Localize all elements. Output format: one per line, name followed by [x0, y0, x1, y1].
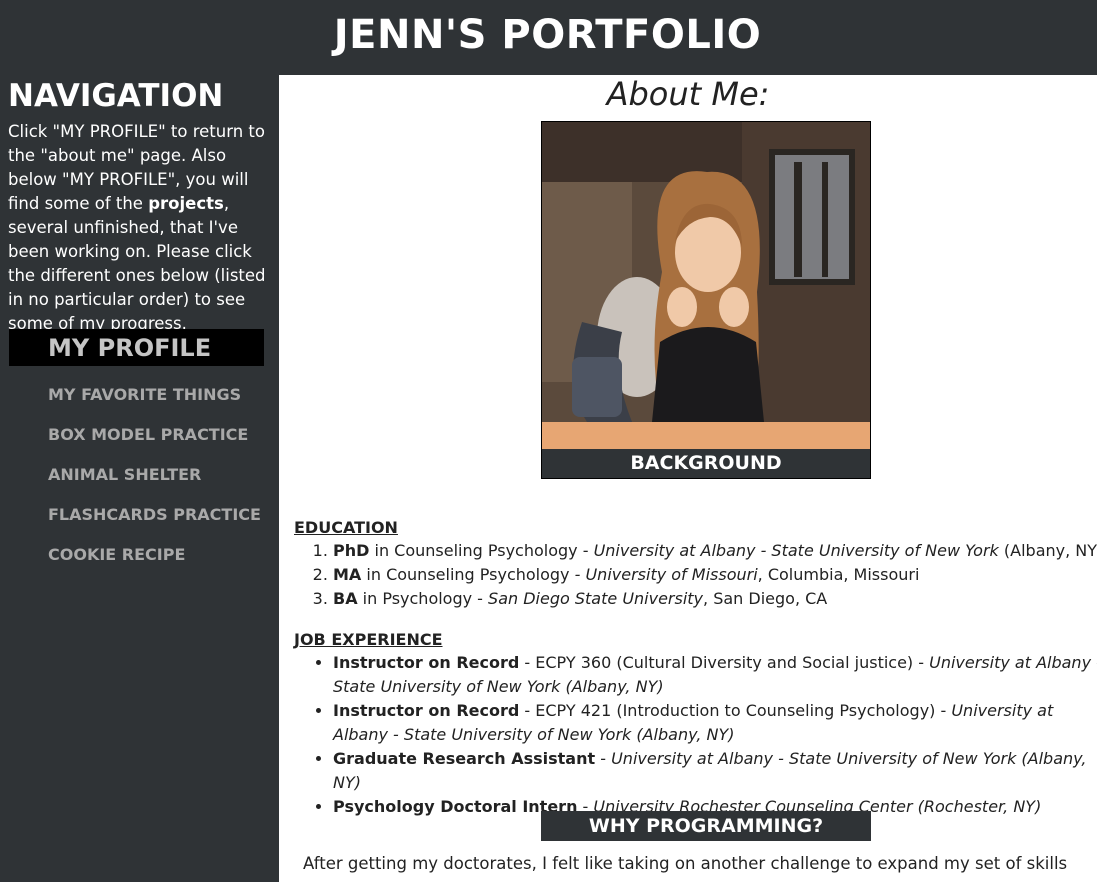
list-item: BA in Psychology - San Diego State Unive…: [333, 587, 1097, 611]
site-title: JENN'S PORTFOLIO: [333, 11, 762, 58]
nav-item-my-favorite-things[interactable]: MY FAVORITE THINGS: [48, 375, 241, 415]
job-experience-heading: JOB EXPERIENCE: [294, 630, 443, 649]
nav-item-label: MY PROFILE: [48, 334, 212, 362]
list-item: Instructor on Record - ECPY 421 (Introdu…: [333, 699, 1097, 747]
list-item: Graduate Research Assistant - University…: [333, 747, 1097, 795]
profile-photo-card: BACKGROUND: [541, 121, 871, 479]
sidebar: NAVIGATION Click "MY PROFILE" to return …: [0, 75, 279, 882]
nav-item-my-profile[interactable]: MY PROFILE: [9, 329, 264, 366]
list-item: Instructor on Record - ECPY 360 (Cultura…: [333, 651, 1097, 699]
job-list: Instructor on Record - ECPY 360 (Cultura…: [294, 651, 1097, 819]
why-programming-text: After getting my doctorates, I felt like…: [303, 854, 1068, 882]
nav-item-animal-shelter[interactable]: ANIMAL SHELTER: [48, 455, 201, 495]
main-content: About Me: BACKGROUND EDUCATION 1. PhD in…: [279, 75, 1097, 882]
intro-text-bold: projects: [148, 194, 224, 213]
list-item: PhD in Counseling Psychology - Universit…: [333, 539, 1097, 563]
photo-caption: BACKGROUND: [542, 449, 870, 478]
profile-photo-image: [542, 122, 870, 449]
list-item: MA in Counseling Psychology - University…: [333, 563, 1097, 587]
nav-item-cookie-recipe[interactable]: COOKIE RECIPE: [48, 535, 185, 575]
profile-photo: [542, 122, 870, 449]
sidebar-intro: Click "MY PROFILE" to return to the "abo…: [8, 120, 270, 336]
nav-item-flashcards-practice[interactable]: FLASHCARDS PRACTICE: [48, 495, 261, 535]
page-title: About Me:: [606, 75, 770, 113]
intro-text-end: , several unfinished, that I've been wor…: [8, 194, 266, 333]
why-programming-heading: WHY PROGRAMMING?: [541, 811, 871, 841]
education-heading: EDUCATION: [294, 518, 398, 537]
sidebar-heading: NAVIGATION: [8, 78, 224, 114]
education-list: PhD in Counseling Psychology - Universit…: [294, 539, 1097, 611]
site-header: JENN'S PORTFOLIO: [0, 0, 1097, 75]
nav-item-box-model-practice[interactable]: BOX MODEL PRACTICE: [48, 415, 248, 455]
